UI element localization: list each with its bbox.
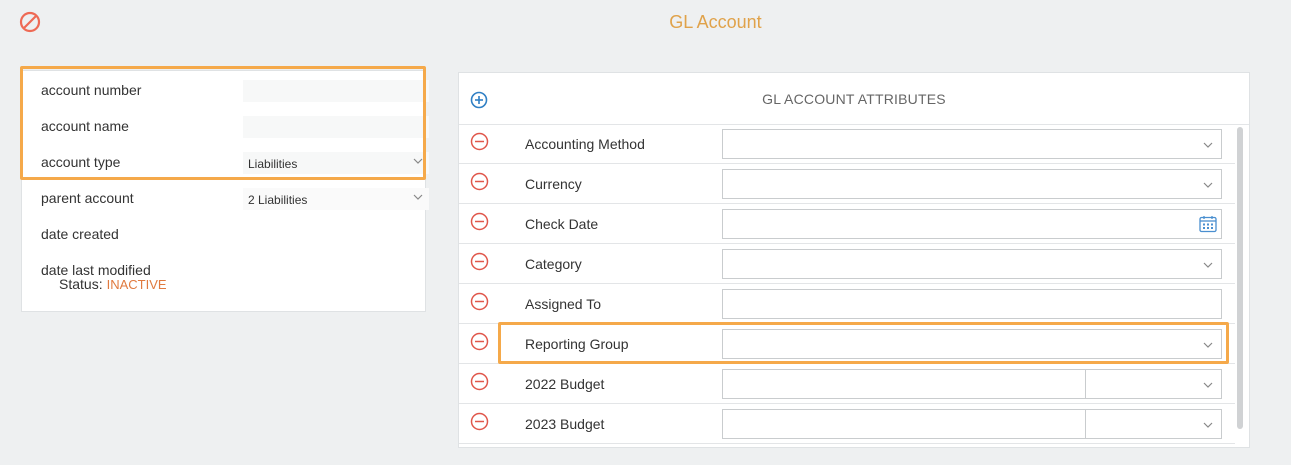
attribute-row-accounting-method: Accounting Method xyxy=(459,124,1235,164)
attribute-label: 2023 Budget xyxy=(525,416,605,432)
calendar-icon[interactable] xyxy=(1198,214,1218,234)
remove-circle-icon[interactable] xyxy=(470,372,489,391)
attributes-header: GL ACCOUNT ATTRIBUTES xyxy=(459,73,1249,125)
category-select[interactable] xyxy=(722,249,1222,279)
reporting-group-select[interactable] xyxy=(722,329,1222,359)
attribute-label: Category xyxy=(525,256,582,272)
account-name-label: account name xyxy=(41,118,129,134)
attribute-label: Currency xyxy=(525,176,582,192)
chevron-down-icon xyxy=(1203,262,1213,268)
gl-account-attributes-panel: GL ACCOUNT ATTRIBUTES Accounting Method … xyxy=(458,72,1250,448)
budget-2023-input[interactable] xyxy=(722,409,1222,439)
chevron-down-icon xyxy=(1203,182,1213,188)
input-divider xyxy=(1085,410,1086,438)
attribute-row-2022-budget: 2022 Budget xyxy=(459,364,1235,404)
attribute-row-2023-budget: 2023 Budget xyxy=(459,404,1235,444)
attribute-label: Reporting Group xyxy=(525,336,629,352)
account-name-row: account name xyxy=(41,116,429,138)
attribute-row-assigned-to: Assigned To xyxy=(459,284,1235,324)
chevron-down-icon[interactable] xyxy=(1203,420,1213,430)
chevron-down-icon xyxy=(413,194,423,200)
attribute-label: Check Date xyxy=(525,216,599,232)
attribute-row-check-date: Check Date xyxy=(459,204,1235,244)
remove-circle-icon[interactable] xyxy=(470,132,489,151)
attribute-row-reporting-group: Reporting Group xyxy=(459,324,1235,364)
chevron-down-icon xyxy=(1203,142,1213,148)
remove-circle-icon[interactable] xyxy=(470,292,489,311)
attribute-row-category: Category xyxy=(459,244,1235,284)
remove-circle-icon[interactable] xyxy=(470,412,489,431)
scrollbar[interactable] xyxy=(1237,127,1243,429)
remove-circle-icon[interactable] xyxy=(470,212,489,231)
parent-account-value: 2 Liabilities xyxy=(248,193,308,207)
account-number-input[interactable] xyxy=(243,80,429,102)
account-type-value: Liabilities xyxy=(248,157,298,171)
assigned-to-input[interactable] xyxy=(722,289,1222,319)
currency-select[interactable] xyxy=(722,169,1222,199)
attribute-label: Assigned To xyxy=(525,296,602,312)
page-title: GL Account xyxy=(669,12,762,32)
status-badge: INACTIVE xyxy=(106,277,167,292)
account-number-label: account number xyxy=(41,82,142,98)
chevron-down-icon xyxy=(1203,342,1213,348)
account-type-select[interactable]: Liabilities xyxy=(243,152,429,174)
parent-account-row: parent account 2 Liabilities xyxy=(41,188,429,210)
date-created-label: date created xyxy=(41,226,119,242)
remove-circle-icon[interactable] xyxy=(470,252,489,271)
check-date-input[interactable] xyxy=(722,209,1222,239)
parent-account-label: parent account xyxy=(41,190,134,206)
budget-2022-input[interactable] xyxy=(722,369,1222,399)
account-type-label: account type xyxy=(41,154,121,170)
status-label: Status: xyxy=(59,276,103,292)
input-divider xyxy=(1085,370,1086,398)
account-type-row: account type Liabilities xyxy=(41,152,429,174)
attribute-label: Accounting Method xyxy=(525,136,645,152)
chevron-down-icon[interactable] xyxy=(1203,380,1213,390)
parent-account-select[interactable]: 2 Liabilities xyxy=(243,188,429,210)
account-number-row: account number xyxy=(41,80,429,102)
attribute-label: 2022 Budget xyxy=(525,376,605,392)
status-row: Status: INACTIVE xyxy=(59,276,167,292)
accounting-method-select[interactable] xyxy=(722,129,1222,159)
remove-circle-icon[interactable] xyxy=(470,172,489,191)
attribute-row-currency: Currency xyxy=(459,164,1235,204)
date-created-row: date created xyxy=(41,224,421,246)
attributes-title: GL ACCOUNT ATTRIBUTES xyxy=(762,91,946,107)
chevron-down-icon xyxy=(413,158,423,164)
account-name-input[interactable] xyxy=(243,116,429,138)
remove-circle-icon[interactable] xyxy=(470,332,489,351)
